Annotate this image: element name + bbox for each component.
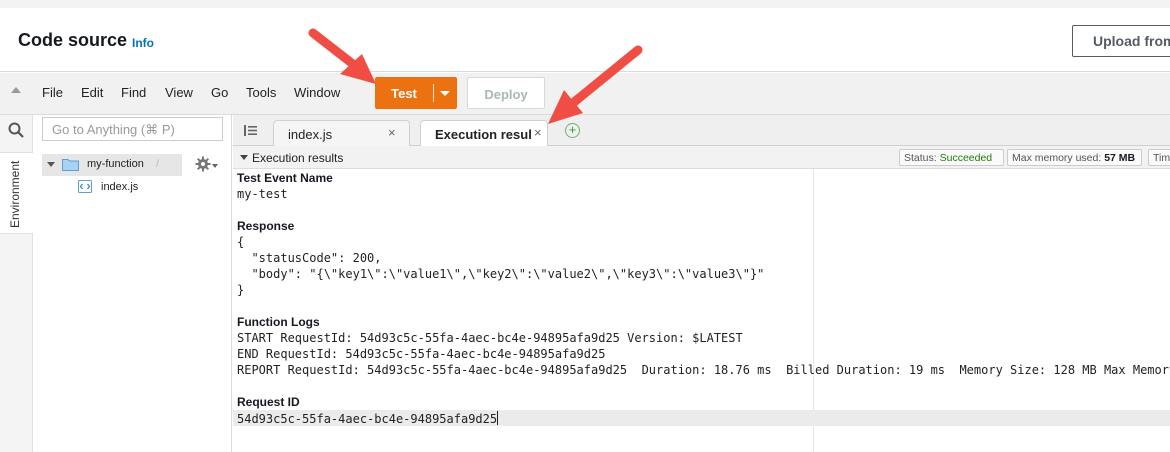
request-id-row[interactable]: 54d93c5c-55fa-4aec-bc4e-94895afa9d25 [237,411,499,426]
gear-icon[interactable] [195,156,211,172]
folder-suffix: / [156,158,160,170]
status-label: Status: [904,152,937,164]
menu-window[interactable]: Window [294,85,340,100]
log-line: REPORT RequestId: 54d93c5c-55fa-4aec-bc4… [237,363,1170,377]
response-line: "body": "{\"key1\":\"value1\",\"key2\":\… [237,267,765,281]
js-file-icon [78,180,92,193]
response-line: } [237,283,245,297]
max-memory-badge: Max memory used: 57 MB [1007,149,1142,166]
tab-execution-results[interactable]: Execution results × [420,120,548,147]
test-button-label: Test [391,86,417,101]
status-value: Succeeded [939,152,993,164]
function-logs-title: Function Logs [237,315,320,329]
left-rail: Environment [0,115,33,452]
execution-results-title: Execution results [252,151,344,165]
text-cursor [497,411,499,425]
time-badge: Time [1148,149,1170,166]
response-title: Response [237,219,295,233]
menu-edit[interactable]: Edit [81,85,103,100]
test-dropdown-caret-icon[interactable] [440,91,450,96]
request-id-value: 54d93c5c-55fa-4aec-bc4e-94895afa9d25 [237,412,498,426]
collapse-results-icon[interactable] [240,155,248,160]
file-item-index-js[interactable]: index.js [101,181,138,193]
environment-tab-label: Environment [8,160,22,228]
page-title: Code source [18,30,128,50]
info-link[interactable]: Info [132,36,154,50]
top-strip [0,0,1170,8]
max-memory-value: 57 MB [1104,152,1136,164]
editor-tab-bar: index.js × Execution results × + [233,115,1170,147]
test-button-separator [433,84,434,102]
response-line: { [237,235,245,249]
deploy-button[interactable]: Deploy [467,77,545,109]
menu-tools[interactable]: Tools [246,85,276,100]
folder-icon [62,159,79,171]
tab-list-icon[interactable] [244,125,257,136]
close-icon[interactable]: × [388,125,396,140]
log-line: END RequestId: 54d93c5c-55fa-4aec-bc4e-9… [237,347,606,361]
folder-expand-icon[interactable] [47,162,55,167]
test-button[interactable]: Test [375,77,457,109]
page-header: Code source Info Upload from [0,8,1170,72]
menu-view[interactable]: View [165,85,193,100]
tab-index-js-label: index.js [288,127,333,142]
upload-from-button[interactable]: Upload from [1072,25,1170,57]
environment-tab[interactable]: Environment [0,152,33,234]
search-icon[interactable] [8,122,24,138]
go-to-anything-input[interactable] [42,117,223,141]
gear-caret-icon[interactable] [212,164,218,168]
request-id-title: Request ID [237,395,300,409]
tab-execution-results-label: Execution results [435,127,531,142]
max-memory-label: Max memory used: [1012,152,1102,164]
add-tab-icon[interactable]: + [565,123,580,138]
log-line: START RequestId: 54d93c5c-55fa-4aec-bc4e… [237,331,743,345]
tab-index-js[interactable]: index.js × [273,120,410,147]
response-line: "statusCode": 200, [237,251,382,265]
file-tree-panel: my-function / index.js [33,115,232,452]
folder-name: my-function [87,158,144,170]
menu-find[interactable]: Find [121,85,146,100]
menu-go[interactable]: Go [211,85,228,100]
execution-results-body: Test Event Name my-test Response { "stat… [233,169,1170,452]
folder-row[interactable]: my-function / [42,154,182,176]
close-icon[interactable]: × [534,125,542,140]
menu-file[interactable]: File [42,85,63,100]
execution-results-header: Execution results Status: Succeeded Max … [233,146,1170,169]
time-label: Time [1153,152,1170,164]
collapse-up-icon[interactable] [11,87,21,93]
test-event-value: my-test [237,187,288,201]
status-badge: Status: Succeeded [899,149,1004,166]
ide-menubar: File Edit Find View Go Tools Window Test… [0,73,1170,115]
test-event-title: Test Event Name [237,171,333,185]
